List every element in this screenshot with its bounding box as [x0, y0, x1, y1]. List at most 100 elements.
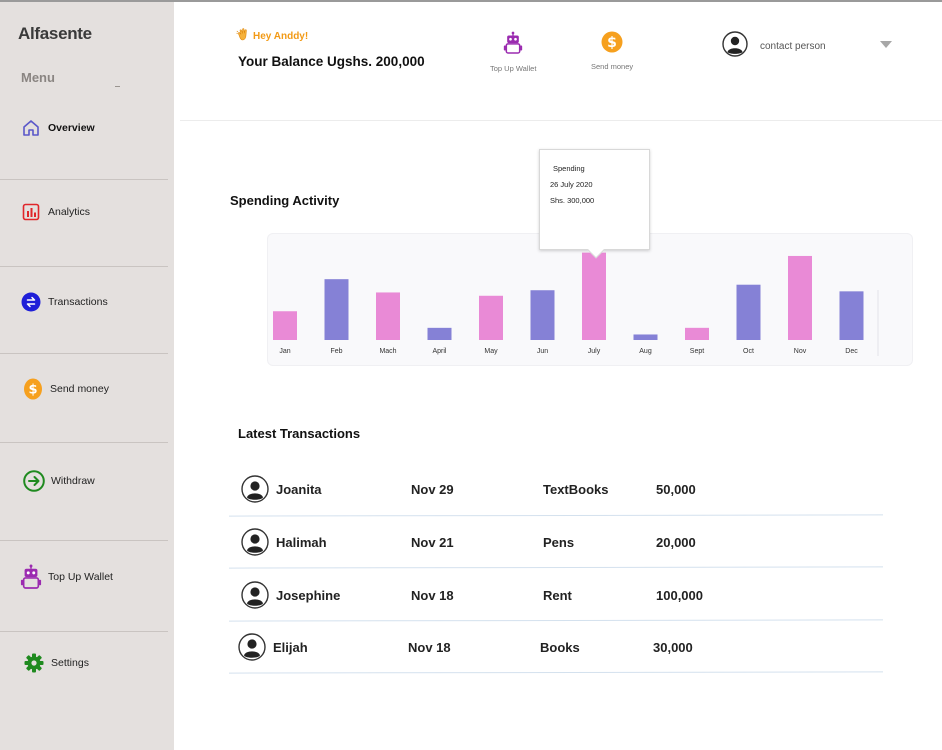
- greeting-text: Hey Anddy!: [253, 30, 309, 42]
- sidebar-divider: [0, 179, 168, 180]
- bar-feb[interactable]: [324, 279, 349, 340]
- bar-mach[interactable]: [376, 292, 400, 340]
- contact-person-dropdown[interactable]: contact person: [722, 31, 826, 62]
- row-divider: [228, 514, 884, 517]
- x-tick-label: July: [588, 348, 601, 355]
- bar-may[interactable]: [479, 295, 503, 340]
- row-divider: [228, 671, 884, 674]
- bar-nov[interactable]: [788, 255, 812, 340]
- transaction-amount: 50,000: [656, 481, 696, 497]
- sidebar-item-label: Top Up Wallet: [48, 571, 113, 583]
- x-tick-label: Nov: [794, 348, 807, 355]
- brand-logo: Alfasente: [18, 24, 92, 43]
- sidebar-item-label: Settings: [51, 657, 89, 669]
- gear-icon: [23, 652, 45, 674]
- send-money-button[interactable]: $ Send money: [591, 31, 633, 71]
- x-tick-label: Sept: [690, 348, 704, 355]
- sidebar-item-label: Send money: [50, 383, 109, 395]
- latest-transactions-title: Latest Transactions: [238, 426, 361, 441]
- contact-person-label: contact person: [760, 41, 826, 52]
- bar-chart-icon: [20, 201, 42, 223]
- sidebar-item-transactions[interactable]: Transactions: [0, 282, 174, 322]
- sidebar-item-top-up-wallet[interactable]: Top Up Wallet: [0, 557, 174, 597]
- transaction-date: Nov 18: [411, 587, 454, 603]
- sidebar-divider: [0, 631, 168, 632]
- avatar: [241, 581, 269, 609]
- x-tick-label: Jan: [279, 348, 290, 355]
- table-row[interactable]: Elijah Nov 18 Books 30,000: [238, 632, 878, 662]
- table-row[interactable]: Joanita Nov 29 TextBooks 50,000: [241, 474, 881, 504]
- transaction-item: Pens: [543, 534, 575, 550]
- transaction-amount: 20,000: [656, 534, 696, 550]
- svg-text:$: $: [607, 35, 617, 51]
- sidebar-item-settings[interactable]: Settings: [0, 643, 174, 683]
- waving-hand-icon: [236, 28, 250, 44]
- x-tick-label: Jun: [537, 348, 548, 355]
- avatar: [241, 528, 269, 556]
- exchange-icon: [20, 291, 42, 313]
- bar-dec[interactable]: [839, 291, 864, 340]
- sidebar-divider: [0, 353, 168, 354]
- table-row[interactable]: Josephine Nov 18 Rent 100,000: [241, 580, 881, 610]
- balance-text: Your Balance Ugshs. 200,000: [238, 54, 425, 69]
- sidebar-divider: [0, 266, 168, 267]
- transaction-date: Nov 18: [408, 639, 451, 655]
- sidebar-item-analytics[interactable]: Analytics: [0, 192, 174, 232]
- x-tick-label: Mach: [379, 348, 396, 355]
- x-tick-label: Dec: [845, 348, 858, 355]
- bar-aug[interactable]: [633, 334, 658, 340]
- transaction-item: Rent: [543, 587, 572, 603]
- sidebar-item-withdraw[interactable]: Withdraw: [0, 461, 174, 501]
- bar-april[interactable]: [427, 327, 452, 340]
- sidebar-item-send-money[interactable]: $ Send money: [0, 369, 174, 409]
- sidebar: Alfasente Menu Overview Analytics Transa…: [0, 2, 174, 750]
- menu-divider-mark: [115, 86, 120, 87]
- sidebar-item-label: Withdraw: [51, 475, 95, 487]
- top-up-wallet-button[interactable]: Top Up Wallet: [490, 31, 536, 73]
- bar-oct[interactable]: [736, 284, 761, 340]
- x-tick-label: Oct: [743, 348, 754, 355]
- transaction-amount: 100,000: [656, 587, 703, 603]
- greeting: Hey Anddy!: [236, 28, 308, 44]
- arrow-circle-icon: [23, 470, 45, 492]
- bar-july[interactable]: [582, 252, 606, 340]
- x-tick-label: Aug: [639, 348, 652, 355]
- home-icon: [20, 117, 42, 139]
- transaction-date: Nov 21: [411, 534, 454, 550]
- chart-tooltip: Spending 26 July 2020 Shs. 300,000: [539, 149, 650, 259]
- chevron-down-icon[interactable]: [880, 41, 892, 48]
- transaction-name: Elijah: [273, 639, 308, 655]
- row-divider: [228, 566, 884, 569]
- bar-jun[interactable]: [530, 290, 555, 340]
- sidebar-item-label: Transactions: [48, 296, 108, 308]
- robot-icon: [503, 31, 523, 60]
- svg-text:$: $: [28, 383, 37, 398]
- transaction-name: Halimah: [276, 534, 327, 550]
- x-tick-label: Feb: [330, 348, 342, 355]
- transaction-amount: 30,000: [653, 639, 693, 655]
- x-tick-label: May: [484, 348, 498, 355]
- top-up-wallet-label: Top Up Wallet: [490, 64, 537, 73]
- transaction-name: Josephine: [276, 587, 341, 603]
- bar-jan[interactable]: [273, 311, 297, 340]
- tooltip-amount: Shs. 300,000: [550, 196, 595, 205]
- dollar-coin-icon: $: [601, 31, 623, 58]
- sidebar-item-label: Overview: [48, 122, 95, 134]
- sidebar-item-overview[interactable]: Overview: [0, 108, 174, 148]
- tooltip-title: Spending: [553, 164, 585, 173]
- bar-sept[interactable]: [685, 327, 709, 340]
- header-divider: [180, 120, 942, 121]
- sidebar-item-label: Analytics: [48, 206, 91, 218]
- spending-activity-title: Spending Activity: [230, 193, 340, 208]
- app-window: Alfasente Menu Overview Analytics Transa…: [0, 0, 942, 750]
- avatar: [722, 31, 748, 62]
- sidebar-divider: [0, 442, 168, 443]
- menu-label: Menu: [21, 70, 55, 85]
- transaction-item: TextBooks: [543, 481, 609, 497]
- x-tick-label: April: [432, 348, 446, 355]
- transaction-date: Nov 29: [411, 481, 454, 497]
- table-row[interactable]: Halimah Nov 21 Pens 20,000: [241, 527, 881, 557]
- avatar: [238, 633, 266, 661]
- dollar-coin-icon: $: [22, 378, 44, 400]
- avatar: [241, 475, 269, 503]
